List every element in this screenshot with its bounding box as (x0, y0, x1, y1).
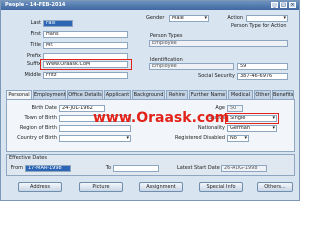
tab-employment[interactable]: Employment (33, 90, 66, 99)
to-date-label: To (105, 165, 111, 171)
from-date-label: From (10, 165, 23, 171)
region-of-birth-field[interactable] (59, 125, 131, 132)
close-icon[interactable]: × (289, 2, 296, 8)
tab-rehire[interactable]: Rehire (166, 90, 188, 99)
address-button[interactable]: Address (18, 182, 62, 192)
country-of-birth-select[interactable] (59, 135, 131, 142)
country-of-birth-label: Country of Birth (17, 135, 57, 141)
title-bar: People - 14-FEB-2014 _ □ × (1, 1, 299, 10)
tab-further-name[interactable]: Further Name (189, 90, 227, 99)
title-field[interactable]: Mr. (43, 42, 128, 49)
tab-medical[interactable]: Medical (228, 90, 253, 99)
identification-number-field[interactable]: 59 (237, 63, 288, 70)
tab-strip: Personal Employment Office Details Appli… (6, 90, 294, 100)
tab-applicant[interactable]: Applicant (104, 90, 131, 99)
middle-name-label: Middle (24, 72, 41, 78)
others-button[interactable]: Others... (257, 182, 293, 192)
window-controls: _ □ × (271, 2, 296, 8)
registered-disabled-select[interactable]: No (227, 135, 249, 142)
suffix-label: Suffix (26, 61, 41, 67)
title-label: Title (30, 42, 41, 48)
tab-office-details[interactable]: Office Details (67, 90, 103, 99)
tab-background[interactable]: Background (132, 90, 165, 99)
person-type-for-action-label: Person Type for Action (231, 23, 287, 29)
identification-type-field[interactable]: Employee (149, 63, 234, 70)
nationality-select[interactable]: German (227, 125, 277, 132)
middle-name-field[interactable]: Fritz (43, 72, 128, 79)
special-info-button[interactable]: Special Info (199, 182, 243, 192)
gender-select[interactable]: Male (169, 15, 209, 22)
age-field: 50 (227, 105, 243, 112)
tab-other[interactable]: Other (254, 90, 271, 99)
prefix-label: Prefix (26, 53, 41, 59)
people-window: People - 14-FEB-2014 _ □ × Last Fasi Fir… (0, 0, 300, 201)
status-highlight-box (225, 113, 279, 124)
to-date-field[interactable] (113, 165, 159, 172)
person-types-field[interactable]: Employee (149, 40, 288, 47)
registered-disabled-label: Registered Disabled (174, 135, 225, 141)
from-date-field[interactable]: 17-MAR-1998 (25, 165, 71, 172)
last-name-label: Last (30, 20, 41, 26)
effective-dates-heading: Effective Dates (9, 155, 47, 161)
window-title: People - 14-FEB-2014 (5, 2, 66, 8)
tab-benefits[interactable]: Benefits (272, 90, 294, 99)
nationality-label: Nationality (197, 125, 225, 131)
assignment-button[interactable]: Assignment (139, 182, 183, 192)
first-name-label: First (30, 31, 41, 37)
maximize-icon[interactable]: □ (280, 2, 287, 8)
action-select[interactable] (246, 15, 288, 22)
first-name-field[interactable]: Hans (43, 31, 128, 38)
person-types-label: Person Types (150, 33, 183, 39)
picture-button[interactable]: Picture (79, 182, 123, 192)
social-security-field[interactable]: 387-46-6976 (237, 73, 288, 80)
action-label: Action (227, 15, 243, 21)
birth-date-label: Birth Date (31, 105, 57, 111)
region-of-birth-label: Region of Birth (19, 125, 57, 131)
latest-start-date-label: Latest Start Date (177, 165, 220, 171)
watermark-text: www.Oraask.com (93, 110, 230, 126)
gender-label: Gender (146, 15, 165, 21)
last-name-field[interactable]: Fasi (43, 20, 73, 27)
suffix-highlight-box (40, 59, 132, 70)
minimize-icon[interactable]: _ (271, 2, 278, 8)
social-security-label: Social Security (198, 73, 235, 79)
latest-start-date-field: 26-AUG-1998 (221, 165, 267, 172)
town-of-birth-label: Town of Birth (24, 115, 57, 121)
